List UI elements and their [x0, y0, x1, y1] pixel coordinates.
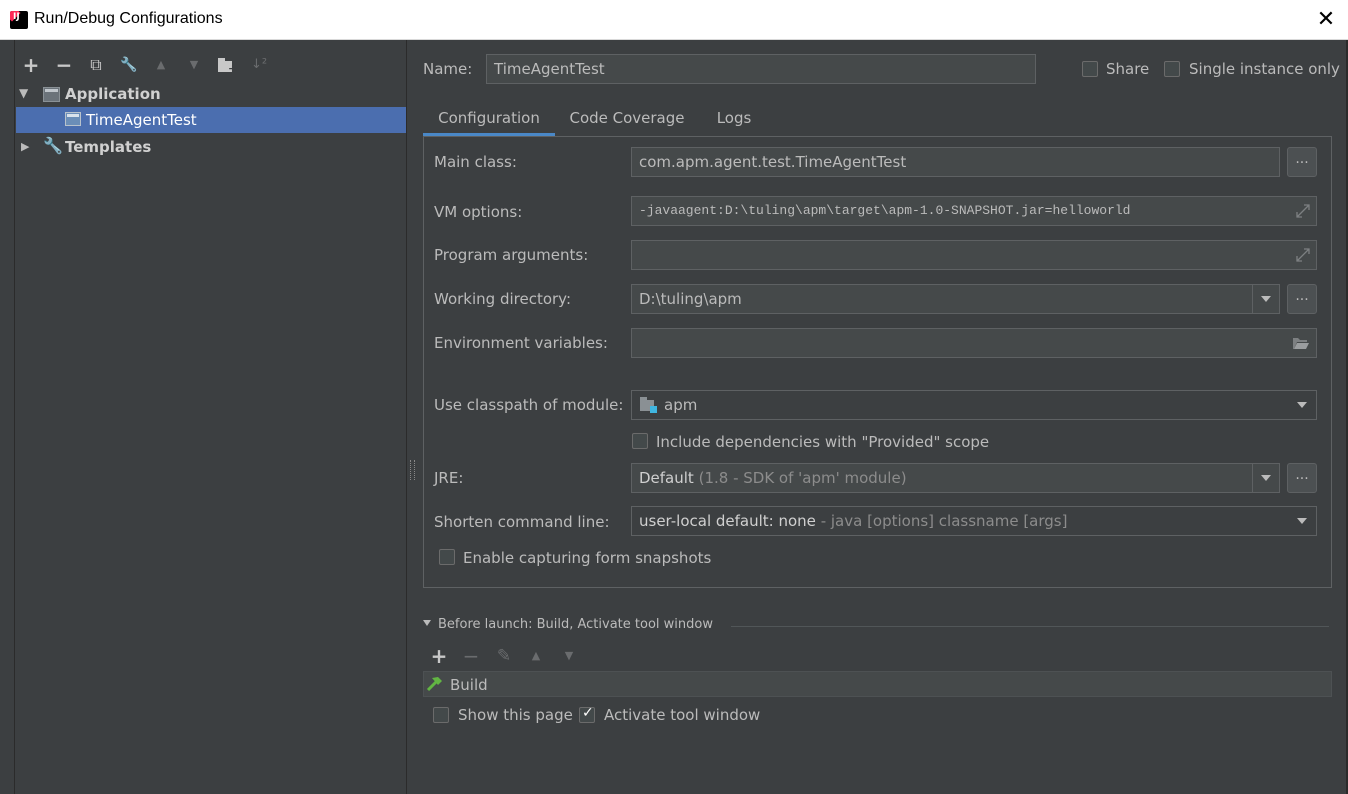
collapse-before-launch-icon[interactable] — [423, 620, 431, 626]
environment-variables-input[interactable] — [631, 328, 1317, 358]
shorten-command-line-select[interactable]: user-local default: none - java [options… — [631, 506, 1317, 536]
intellij-logo-icon — [10, 11, 28, 29]
environment-variables-label: Environment variables: — [434, 334, 608, 352]
classpath-module-label: Use classpath of module: — [434, 396, 624, 414]
collapse-arrow-icon[interactable]: ▶ — [21, 140, 29, 153]
move-up-icon[interactable]: ▲ — [150, 54, 172, 76]
config-icon-bar — [67, 114, 79, 117]
shorten-hint: - java [options] classname [args] — [815, 512, 1068, 530]
include-dependencies-label: Include dependencies with "Provided" sco… — [656, 433, 990, 451]
remove-configuration-button[interactable]: − — [53, 54, 75, 76]
expand-arrow-icon[interactable]: ▼ — [19, 86, 28, 100]
window-title: Run/Debug Configurations — [34, 10, 223, 27]
jre-select[interactable]: Default (1.8 - SDK of 'apm' module) — [631, 463, 1280, 493]
activate-tool-window-checkbox[interactable] — [579, 705, 595, 723]
section-divider — [731, 626, 1329, 627]
tab-logs[interactable]: Logs — [706, 100, 762, 136]
show-page-label: Show this page — [458, 706, 573, 724]
main-class-browse-button[interactable]: ... — [1287, 147, 1317, 177]
folder-plus: + — [228, 62, 238, 75]
form-snapshots-checkbox[interactable] — [439, 549, 455, 565]
before-launch-task-list[interactable] — [423, 671, 1332, 697]
tree-item-timeagenttest[interactable]: TimeAgentTest — [86, 107, 197, 133]
folder-open-icon[interactable] — [1292, 336, 1310, 350]
program-arguments-input[interactable] — [631, 240, 1317, 270]
chevron-down-icon[interactable] — [1261, 296, 1271, 302]
share-checkbox[interactable] — [1082, 61, 1098, 77]
main-class-label: Main class: — [434, 153, 517, 171]
program-arguments-label: Program arguments: — [434, 246, 589, 264]
jre-hint: (1.8 - SDK of 'apm' module) — [698, 469, 907, 487]
shorten-value: user-local default: none — [639, 512, 816, 530]
name-input[interactable]: TimeAgentTest — [486, 54, 1036, 84]
edit-defaults-wrench-icon[interactable]: 🔧 — [118, 54, 140, 76]
module-badge — [650, 406, 657, 413]
show-page-checkbox[interactable] — [433, 707, 449, 723]
dropdown-separator — [1252, 464, 1253, 492]
templates-wrench-icon: 🔧 — [43, 136, 63, 155]
move-down-icon[interactable]: ▼ — [183, 54, 205, 76]
add-configuration-button[interactable]: + — [20, 54, 42, 76]
vm-options-input[interactable]: -javaagent:D:\tuling\apm\target\apm-1.0-… — [631, 196, 1317, 226]
main-class-input[interactable]: com.apm.agent.test.TimeAgentTest — [631, 147, 1280, 177]
application-icon-bar — [45, 89, 58, 92]
jre-label: JRE: — [434, 469, 464, 487]
edit-task-icon[interactable]: ✎ — [493, 645, 515, 667]
form-snapshots-label: Enable capturing form snapshots — [463, 549, 712, 567]
classpath-module-select[interactable]: apm — [631, 390, 1317, 420]
activate-tool-window-label: Activate tool window — [604, 706, 761, 724]
expand-icon[interactable] — [1296, 248, 1310, 262]
working-directory-browse-button[interactable]: ... — [1287, 284, 1317, 314]
single-instance-checkbox[interactable] — [1164, 61, 1180, 77]
working-directory-label: Working directory: — [434, 290, 572, 308]
shorten-command-line-label: Shorten command line: — [434, 513, 610, 531]
expand-icon[interactable] — [1296, 204, 1310, 218]
tab-code-coverage[interactable]: Code Coverage — [560, 100, 694, 136]
tree-item-templates[interactable]: Templates — [65, 134, 151, 160]
copy-configuration-icon[interactable]: ⧉ — [85, 54, 107, 76]
module-folder-icon — [640, 397, 658, 413]
include-dependencies-checkbox[interactable] — [632, 433, 648, 449]
remove-task-button[interactable]: − — [460, 645, 482, 667]
name-label: Name: — [423, 60, 473, 78]
move-task-down-icon[interactable]: ▼ — [558, 645, 580, 667]
working-directory-input[interactable]: D:\tuling\apm — [631, 284, 1280, 314]
chevron-down-icon[interactable] — [1261, 475, 1271, 481]
build-task-label[interactable]: Build — [450, 676, 488, 694]
close-icon[interactable]: ✕ — [1314, 6, 1338, 34]
sort-configurations-icon[interactable]: ↓² — [248, 54, 270, 76]
dropdown-separator — [1252, 285, 1253, 313]
new-folder-icon[interactable]: + — [218, 58, 238, 75]
application-config-icon — [43, 87, 60, 102]
splitter-handle[interactable] — [410, 460, 415, 480]
folder-tab — [218, 58, 225, 62]
tree-item-application[interactable]: Application — [65, 81, 161, 107]
jre-value: Default — [639, 469, 694, 487]
configuration-icon — [65, 112, 81, 126]
tab-configuration[interactable]: Configuration — [423, 100, 555, 136]
before-launch-header[interactable]: Before launch: Build, Activate tool wind… — [438, 617, 713, 632]
share-label: Share — [1106, 60, 1150, 78]
jre-browse-button[interactable]: ... — [1287, 463, 1317, 493]
add-task-button[interactable]: + — [428, 645, 450, 667]
hammer-icon — [426, 676, 444, 692]
chevron-down-icon[interactable] — [1297, 518, 1307, 524]
single-instance-label: Single instance only — [1189, 60, 1340, 78]
move-task-up-icon[interactable]: ▲ — [525, 645, 547, 667]
vm-options-label: VM options: — [434, 203, 523, 221]
chevron-down-icon[interactable] — [1297, 402, 1307, 408]
